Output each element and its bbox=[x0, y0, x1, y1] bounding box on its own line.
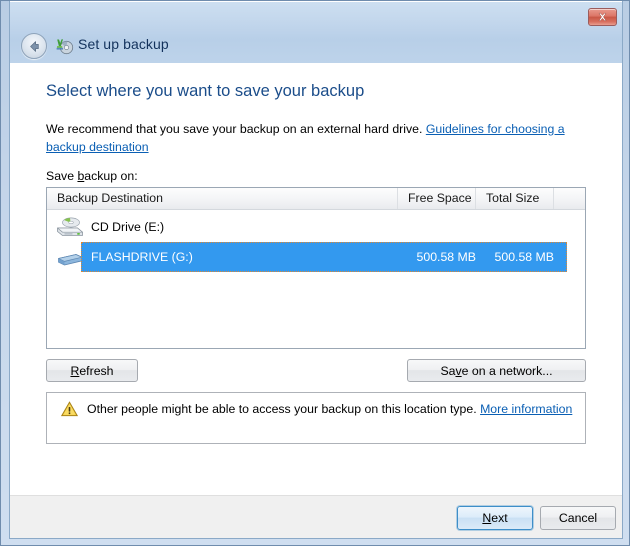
table-row[interactable]: CD Drive (E:) bbox=[47, 212, 585, 242]
row-content[interactable]: CD Drive (E:) bbox=[81, 212, 567, 242]
refresh-label-accelerator: R bbox=[70, 363, 80, 378]
row-content[interactable]: FLASHDRIVE (G:) 500.58 MB 500.58 MB bbox=[81, 242, 567, 272]
column-header-backup-destination[interactable]: Backup Destination bbox=[47, 188, 398, 209]
column-header-total-size[interactable]: Total Size bbox=[476, 188, 554, 209]
cell-free-space: 500.58 MB bbox=[416, 250, 476, 264]
column-header-free-space[interactable]: Free Space bbox=[398, 188, 476, 209]
close-button[interactable] bbox=[588, 8, 617, 26]
dialog-window: Set up backup Select where you want to s… bbox=[0, 0, 630, 546]
cell-destination-name: FLASHDRIVE (G:) bbox=[91, 250, 193, 264]
more-information-link[interactable]: More information bbox=[480, 402, 572, 416]
column-header-filler bbox=[554, 188, 585, 209]
network-label-suffix: e on a network... bbox=[461, 363, 553, 378]
warning-sentence: Other people might be able to access you… bbox=[87, 402, 481, 416]
save-backup-on-label: Save backup on: bbox=[46, 169, 138, 183]
cancel-button[interactable]: Cancel bbox=[540, 506, 616, 530]
listview-body: CD Drive (E:) FLASHDRIVE (G:) 500.58 MB … bbox=[47, 210, 585, 348]
cell-destination-name: CD Drive (E:) bbox=[91, 220, 165, 234]
recommendation-text: We recommend that you save your backup o… bbox=[46, 120, 592, 156]
warning-panel: Other people might be able to access you… bbox=[46, 392, 586, 444]
warning-message: Other people might be able to access you… bbox=[87, 401, 572, 417]
page-title: Select where you want to save your backu… bbox=[46, 82, 365, 100]
next-label-suffix: ext bbox=[491, 511, 508, 525]
next-label-accelerator: N bbox=[482, 511, 492, 525]
backup-disk-icon bbox=[54, 36, 74, 56]
cell-total-size: 500.58 MB bbox=[494, 250, 554, 264]
back-arrow-icon bbox=[29, 40, 39, 52]
backup-destination-listview[interactable]: Backup Destination Free Space Total Size bbox=[46, 187, 586, 349]
warning-triangle-icon bbox=[60, 401, 79, 417]
title-bar: Set up backup bbox=[9, 2, 623, 63]
dialog-footer: Next Cancel bbox=[10, 495, 622, 538]
next-button[interactable]: Next bbox=[457, 506, 533, 530]
save-on-network-button[interactable]: Sa v e on a network... bbox=[407, 359, 586, 382]
save-label-prefix: Save bbox=[46, 169, 78, 183]
refresh-button[interactable]: Refresh bbox=[46, 359, 138, 382]
content-area: Select where you want to save your backu… bbox=[10, 63, 622, 495]
save-label-suffix: ackup on: bbox=[84, 169, 138, 183]
recommendation-sentence: We recommend that you save your backup o… bbox=[46, 122, 426, 136]
window-title: Set up backup bbox=[78, 36, 169, 52]
listview-header: Backup Destination Free Space Total Size bbox=[47, 188, 585, 210]
close-icon bbox=[598, 13, 607, 21]
network-label-prefix: Sa bbox=[440, 363, 456, 378]
refresh-label-suffix: efresh bbox=[79, 363, 114, 378]
back-button[interactable] bbox=[21, 33, 47, 59]
table-row[interactable]: FLASHDRIVE (G:) 500.58 MB 500.58 MB bbox=[47, 242, 585, 272]
